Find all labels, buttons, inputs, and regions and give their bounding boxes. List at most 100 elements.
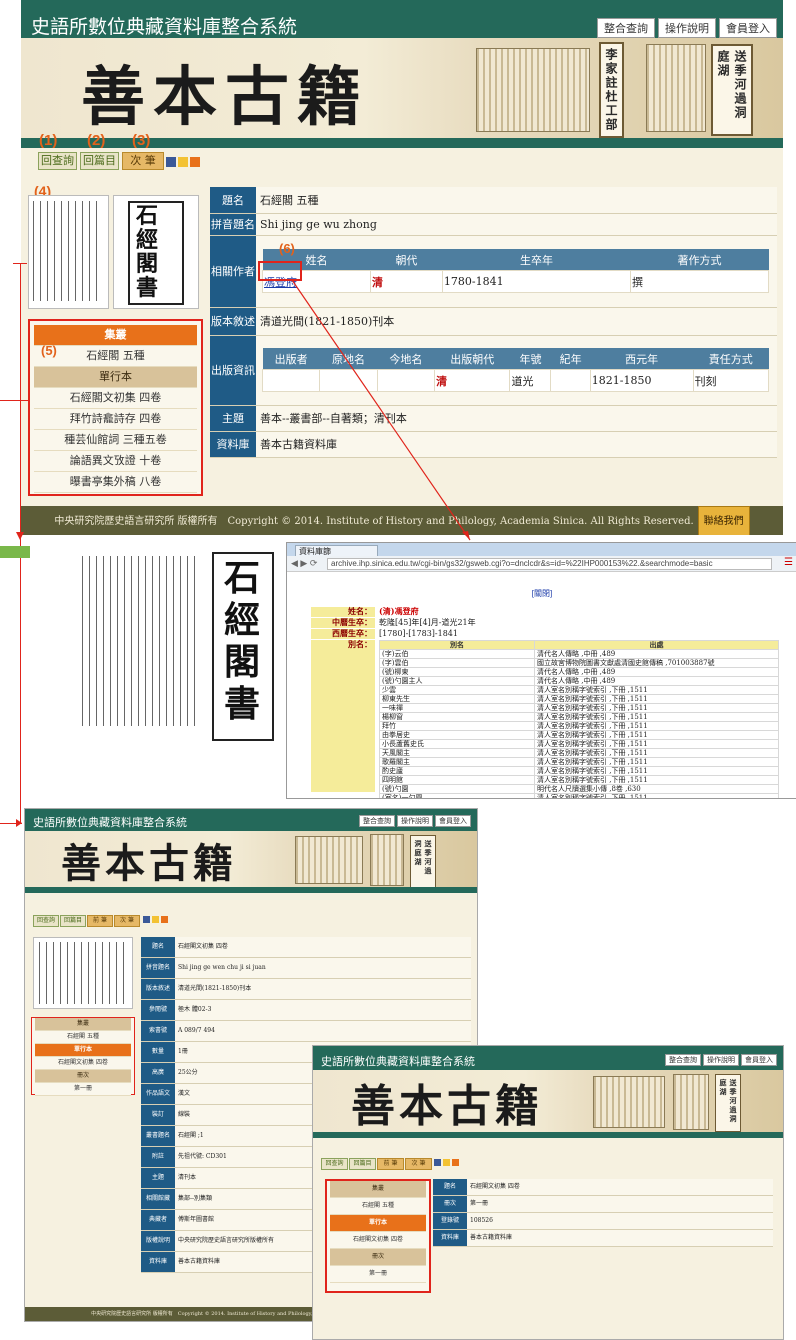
single-volumes-header: 單行本 (35, 1044, 131, 1057)
back-to-query-button[interactable]: 回查詢 (33, 915, 59, 927)
cover-char-3: 閣 (224, 641, 261, 683)
alias-source: 清代名人傳略 ,中冊 ,489 (534, 667, 779, 677)
alias-name: 天風閣主 (379, 748, 535, 758)
related-items-panel: 集叢 石經閣 五種 單行本 石經閣文初集 四卷 冊次 第一冊 (325, 1179, 431, 1293)
alias-row: (號)勺園主人 清代名人傳略 ,中冊 ,489 (379, 676, 779, 686)
alias-name: 楊柳窗 (379, 712, 535, 722)
add-plus-icon[interactable] (452, 1159, 459, 1166)
prev-record-button[interactable]: 前 筆 (377, 1158, 404, 1170)
volume-detail-table: 題名 石經閣文初集 四卷 冊次 第一冊 登錄號 108526 資料庫 善本古籍資料庫 (433, 1179, 773, 1247)
book-title: 善本古籍 (351, 1081, 543, 1132)
banner-scroll-text: 送季河過洞庭湖 (715, 1074, 741, 1132)
single-volume-item[interactable]: 石經閣文初集 四卷 (35, 1057, 131, 1070)
alias-source: 清人室名別稱字號索引 ,下冊 ,1511 (534, 694, 779, 704)
close-link[interactable]: [關閉] (287, 588, 796, 599)
alias-name: (字)雲伯 (379, 658, 535, 668)
name-value: (清)馮登府 (379, 606, 419, 616)
alias-name: (號)勺園 (379, 784, 535, 794)
banner: 善本古籍 送季河過洞庭湖 (25, 831, 477, 887)
bookmark-star-icon[interactable] (443, 1159, 450, 1166)
menu-icon[interactable]: ☰ (784, 557, 793, 568)
metadata-label: 參閱號 (141, 1000, 175, 1020)
alias-source: 國立故宮博物院圖書文獻處清國史館傳稿 ,701003887號 (534, 658, 779, 668)
banner-book-image (593, 1076, 665, 1128)
cover-image-large: 石 經 閣 書 (212, 552, 274, 741)
metadata-value: Shi jing ge wen chu ji si juan (175, 958, 471, 978)
metadata-value: 善本古籍資料庫 (467, 1230, 773, 1246)
address-bar-area: ◀ ▶ ⟳ archive.ihp.sinica.edu.tw/cgi-bin/… (287, 556, 796, 572)
person-bio: 姓名： (清)馮登府 中曆生卒： 乾隆[45]年[4]月-道光21年 西曆生卒：… (311, 606, 781, 798)
facebook-icon[interactable] (143, 916, 150, 923)
chinese-dates-value: 乾隆[45]年[4]月-道光21年 (379, 618, 476, 627)
volume-detail-page: 史語所數位典藏資料庫整合系統 整合查詢 操作說明 會員登入 善本古籍 送季河過洞… (312, 1045, 784, 1340)
alias-row: (號)柳東 清代名人傳略 ,中冊 ,489 (379, 667, 779, 677)
metadata-label: 叢書題名 (141, 1126, 175, 1146)
metadata-label: 版本敘述 (141, 979, 175, 999)
alias-name: 少雲 (379, 685, 535, 695)
browser-tab-strip: 資料庫篩 (287, 543, 796, 557)
help-button[interactable]: 操作說明 (397, 815, 433, 827)
alias-source: 清人室名別稱字號索引 ,下冊 ,1511 (534, 757, 779, 767)
url-field[interactable]: archive.ihp.sinica.edu.tw/cgi-bin/gs32/g… (327, 558, 772, 570)
metadata-row: 題名 石經閣文初集 四卷 (141, 937, 471, 958)
alias-name: 酌史廬 (379, 766, 535, 776)
metadata-row: 索書號 A 089/7 494 (141, 1021, 471, 1042)
prev-record-button[interactable]: 前 筆 (87, 915, 113, 927)
volume-header: 冊次 (330, 1249, 426, 1266)
alias-row: 柳東先生 清人室名別稱字號索引 ,下冊 ,1511 (379, 694, 779, 704)
metadata-label: 資料庫 (433, 1230, 467, 1246)
browser-window: 資料庫篩 ◀ ▶ ⟳ archive.ihp.sinica.edu.tw/cgi… (286, 542, 796, 799)
alias-source: 清代名人傳略 ,中冊 ,489 (534, 676, 779, 686)
integrated-search-button[interactable]: 整合查詢 (359, 815, 395, 827)
alias-row: 歌羅閣主 清人室名別稱字號索引 ,下冊 ,1511 (379, 757, 779, 767)
alias-row: 天風閣主 清人室名別稱字號索引 ,下冊 ,1511 (379, 748, 779, 758)
alias-source: 清人室名別稱字號索引 ,下冊 ,1511 (534, 739, 779, 749)
next-record-button[interactable]: 次 筆 (114, 915, 140, 927)
member-login-button[interactable]: 會員登入 (741, 1054, 777, 1066)
alias-name: (字)云伯 (379, 649, 535, 659)
member-login-button[interactable]: 會員登入 (435, 815, 471, 827)
alias-source: 明代名人尺牘選集小傳 ,8卷 ,630 (534, 784, 779, 794)
alias-row: 酌史廬 清人室名別稱字號索引 ,下冊 ,1511 (379, 766, 779, 776)
page-thumbnail[interactable] (33, 937, 133, 1009)
alias-row: (室名)一勺園 清人室名別稱字號索引 ,下冊 ,1511 (379, 793, 779, 798)
single-volume-item[interactable]: 石經閣文初集 四卷 (330, 1232, 426, 1249)
top-nav: 整合查詢 操作說明 會員登入 (359, 815, 471, 827)
metadata-row: 拼音題名 Shi jing ge wen chu ji si juan (141, 958, 471, 979)
integrated-search-button[interactable]: 整合查詢 (665, 1054, 701, 1066)
back-to-query-button[interactable]: 回查詢 (321, 1158, 348, 1170)
collection-item[interactable]: 石經閣 五種 (330, 1198, 426, 1215)
top-nav: 整合查詢 操作說明 會員登入 (665, 1054, 777, 1066)
alias-col-source: 出處 (534, 640, 779, 650)
alias-source: 清人室名別稱字號索引 ,下冊 ,1511 (534, 721, 779, 731)
nav-arrows-icon[interactable]: ◀ ▶ ⟳ (291, 558, 317, 569)
collection-item[interactable]: 石經閣 五種 (35, 1031, 131, 1044)
volume-item[interactable]: 第一冊 (330, 1266, 426, 1283)
facebook-icon[interactable] (434, 1159, 441, 1166)
single-volumes-header: 單行本 (330, 1215, 426, 1232)
alias-row: 拜竹 清人室名別稱字號索引 ,下冊 ,1511 (379, 721, 779, 731)
alias-row: (字)云伯 清代名人傳略 ,中冊 ,489 (379, 649, 779, 659)
alias-row: (號)勺園 明代名人尺牘選集小傳 ,8卷 ,630 (379, 784, 779, 794)
alias-name: 柳東先生 (379, 694, 535, 704)
metadata-value: 石經閣文初集 四卷 (175, 937, 471, 957)
alias-row: 由拳居史 清人室名別稱字號索引 ,下冊 ,1511 (379, 730, 779, 740)
viewer-logo (0, 546, 30, 558)
metadata-label: 高廣 (141, 1063, 175, 1083)
volume-item[interactable]: 第一冊 (35, 1083, 131, 1096)
bookmark-star-icon[interactable] (152, 916, 159, 923)
banner-book-image-2 (673, 1074, 709, 1130)
metadata-label: 版權說明 (141, 1231, 175, 1251)
help-button[interactable]: 操作說明 (703, 1054, 739, 1066)
alias-col-name: 別名 (379, 640, 535, 650)
collection-header: 集叢 (35, 1018, 131, 1031)
back-to-catalog-button[interactable]: 回篇目 (349, 1158, 376, 1170)
alias-source: 清人室名別稱字號索引 ,下冊 ,1511 (534, 793, 779, 798)
add-plus-icon[interactable] (161, 916, 168, 923)
alias-name: 四明館 (379, 775, 535, 785)
next-record-button[interactable]: 次 筆 (405, 1158, 432, 1170)
metadata-label: 索書號 (141, 1021, 175, 1041)
alias-name: (號)勺園主人 (379, 676, 535, 686)
back-to-catalog-button[interactable]: 回篇目 (60, 915, 86, 927)
alias-source: 清人室名別稱字號索引 ,下冊 ,1511 (534, 766, 779, 776)
